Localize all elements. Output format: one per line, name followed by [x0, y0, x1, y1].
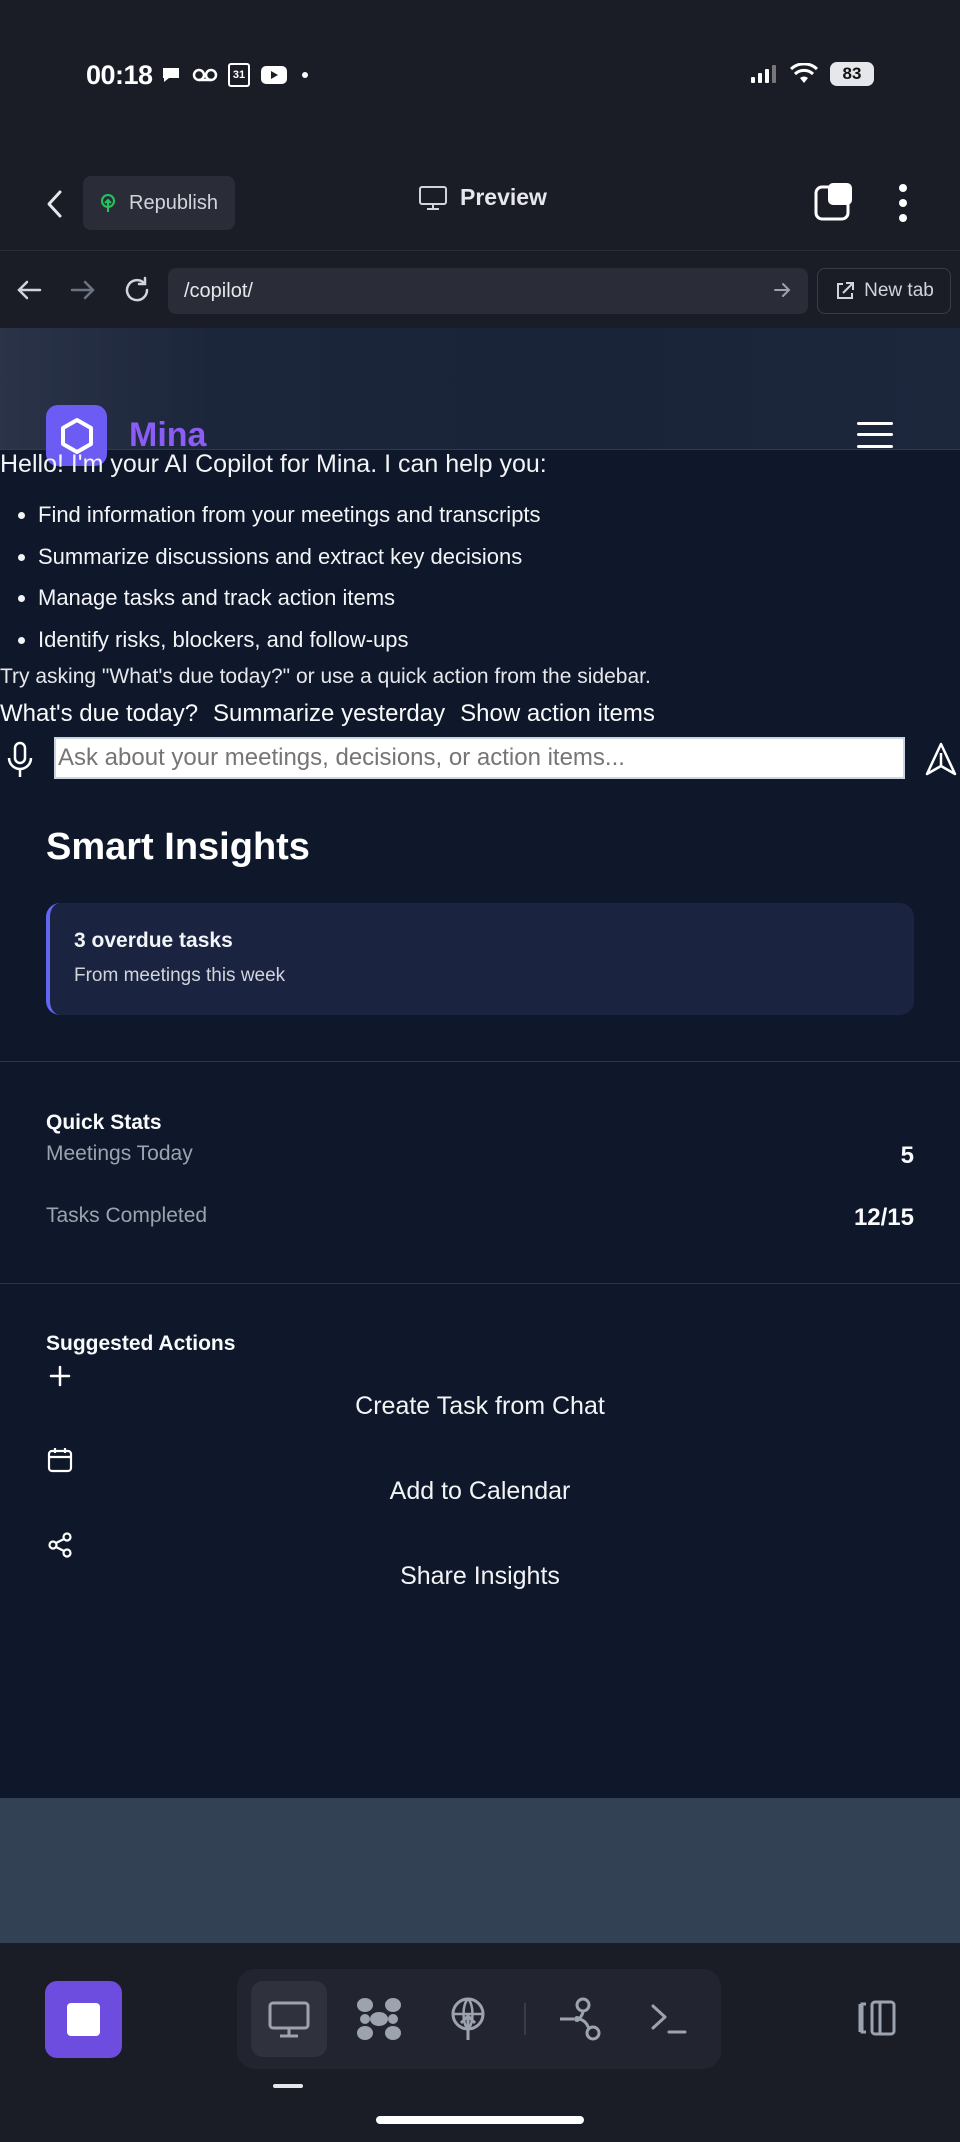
insight-card-title: 3 overdue tasks	[74, 929, 233, 952]
create-task-button[interactable]: Create Task from Chat	[0, 1392, 960, 1421]
site-header: Mina	[0, 328, 960, 466]
status-bar: 00:18 31 83	[0, 0, 960, 150]
stop-icon	[67, 2003, 100, 2036]
tool-console[interactable]	[631, 1981, 707, 2057]
chat-hint: Try asking "What's due today?" or use a …	[0, 665, 651, 688]
stat-row-tasks: Tasks Completed 12/15	[46, 1204, 914, 1232]
new-tab-label: New tab	[864, 280, 934, 301]
chat-bubble-icon	[163, 68, 179, 82]
quick-action-due-today[interactable]: What's due today?	[0, 700, 198, 728]
capability-list: Find information from your meetings and …	[38, 502, 541, 668]
insight-card[interactable]: 3 overdue tasks From meetings this week	[46, 903, 914, 1015]
browser-bar: /copilot/ New tab	[0, 250, 960, 328]
add-to-calendar-button[interactable]: Add to Calendar	[0, 1477, 960, 1506]
chat-input[interactable]	[54, 737, 905, 779]
tabs-icon[interactable]	[814, 181, 856, 223]
url-text: /copilot/	[184, 280, 253, 302]
signal-icon	[751, 65, 776, 83]
list-item: Manage tasks and track action items	[38, 585, 541, 627]
blocks-icon	[357, 1998, 401, 2040]
app-header: Republish Preview	[0, 160, 960, 250]
divider	[0, 1061, 960, 1062]
quick-action-summarize[interactable]: Summarize yesterday	[213, 700, 445, 728]
tool-workspace[interactable]	[341, 1981, 417, 2057]
notification-icons: 31	[160, 63, 312, 87]
calendar-icon	[47, 1448, 73, 1473]
page-footer	[0, 1798, 960, 1943]
youtube-icon	[261, 66, 287, 84]
republish-label: Republish	[129, 191, 218, 214]
reload-icon[interactable]	[122, 275, 152, 305]
active-tab-indicator	[273, 2084, 303, 2088]
dot-icon	[302, 72, 308, 78]
url-field[interactable]: /copilot/	[168, 268, 808, 314]
home-indicator[interactable]	[376, 2116, 584, 2124]
monitor-icon	[268, 2001, 310, 2038]
terminal-icon	[651, 2004, 687, 2034]
insight-card-subtitle: From meetings this week	[74, 965, 286, 986]
tool-group	[237, 1969, 721, 2069]
external-link-icon	[837, 282, 855, 299]
wifi-icon	[790, 63, 818, 83]
battery-indicator: 83	[830, 62, 874, 86]
share-icon	[48, 1532, 72, 1558]
status-time: 00:18	[86, 60, 153, 90]
quick-stats-label: Quick Stats	[46, 1111, 162, 1134]
calendar-notification-icon: 31	[228, 63, 250, 87]
stat-row-meetings: Meetings Today 5	[46, 1142, 914, 1170]
branch-icon	[560, 1997, 601, 2041]
voicemail-icon	[192, 68, 218, 82]
system-icons: 83	[750, 62, 874, 86]
stat-label: Meetings Today	[46, 1142, 193, 1165]
stat-label: Tasks Completed	[46, 1204, 208, 1227]
stat-value: 12/15	[853, 1204, 914, 1231]
more-options-icon[interactable]	[888, 180, 918, 226]
new-tab-button[interactable]: New tab	[817, 268, 951, 314]
republish-button[interactable]: Republish	[83, 176, 235, 230]
globe-upload-icon	[451, 1997, 485, 2040]
share-insights-button[interactable]: Share Insights	[0, 1562, 960, 1591]
list-item: Identify risks, blockers, and follow-ups	[38, 627, 541, 669]
stop-button[interactable]	[45, 1981, 122, 2058]
quick-actions: What's due today? Summarize yesterday Sh…	[0, 700, 655, 728]
plus-icon	[49, 1365, 71, 1387]
stat-value: 5	[900, 1142, 914, 1169]
list-item: Find information from your meetings and …	[38, 502, 541, 544]
tool-preview[interactable]	[251, 1981, 327, 2057]
browser-forward-icon[interactable]	[68, 275, 98, 305]
tool-deploy[interactable]	[430, 1981, 506, 2057]
suggested-actions-label: Suggested Actions	[46, 1332, 236, 1355]
chat-greeting: Hello! I'm your AI Copilot for Mina. I c…	[0, 450, 547, 478]
microphone-icon[interactable]	[6, 740, 34, 780]
insights-title: Smart Insights	[46, 826, 310, 868]
list-item: Summarize discussions and extract key de…	[38, 544, 541, 586]
preview-label: Preview	[460, 184, 547, 210]
divider	[0, 1283, 960, 1284]
back-arrow-icon[interactable]	[40, 184, 70, 224]
bottom-toolbar	[0, 1943, 960, 2142]
webview: Mina Hello! I'm your AI Copilot for Mina…	[0, 328, 960, 1943]
browser-back-icon[interactable]	[14, 275, 44, 305]
send-icon[interactable]	[924, 741, 958, 777]
quick-action-show-items[interactable]: Show action items	[460, 700, 655, 728]
go-arrow-icon[interactable]	[772, 280, 792, 300]
menu-icon[interactable]	[855, 420, 895, 450]
panel-toggle-icon[interactable]	[852, 1998, 898, 2038]
republish-icon	[101, 194, 115, 212]
tool-git[interactable]	[542, 1981, 618, 2057]
preview-title[interactable]: Preview	[418, 184, 547, 211]
toolbar-separator	[524, 2003, 526, 2035]
monitor-icon	[419, 185, 447, 210]
